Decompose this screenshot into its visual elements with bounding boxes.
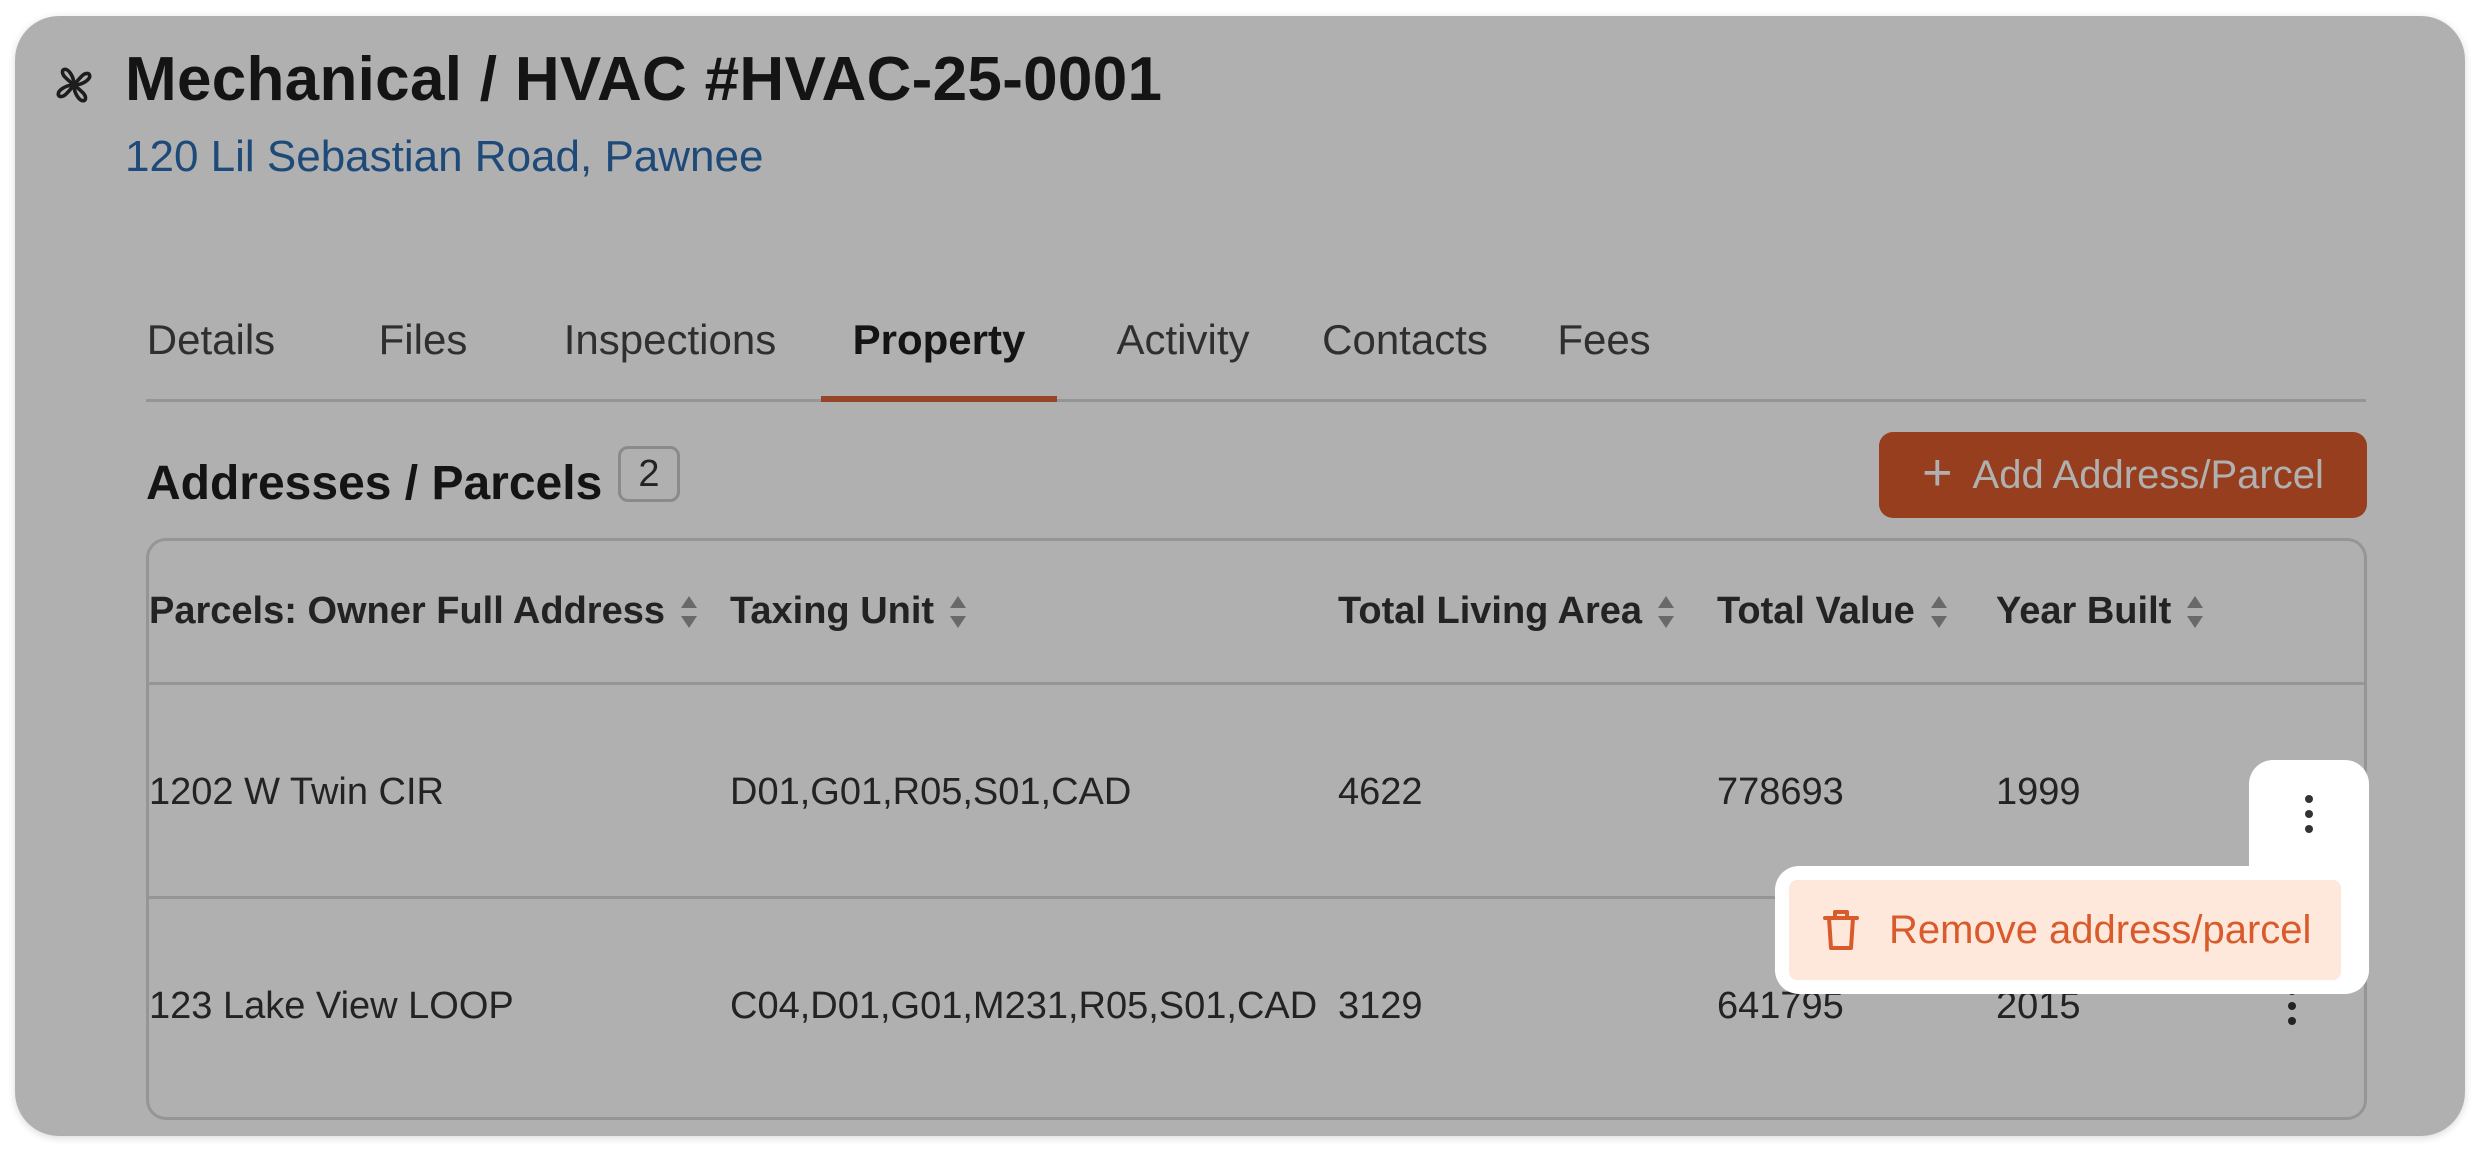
menu-item-label: Remove address/parcel <box>1889 907 2312 952</box>
remove-address-parcel-menu-item[interactable]: Remove address/parcel <box>1789 880 2341 980</box>
row-actions-menu: Remove address/parcel <box>1775 866 2369 994</box>
kebab-icon <box>2289 784 2329 844</box>
trash-icon <box>1823 910 1859 950</box>
row-actions-button-active[interactable] <box>2249 760 2369 870</box>
permit-card: Mechanical / HVAC #HVAC-25-0001 120 Lil … <box>15 16 2465 1136</box>
